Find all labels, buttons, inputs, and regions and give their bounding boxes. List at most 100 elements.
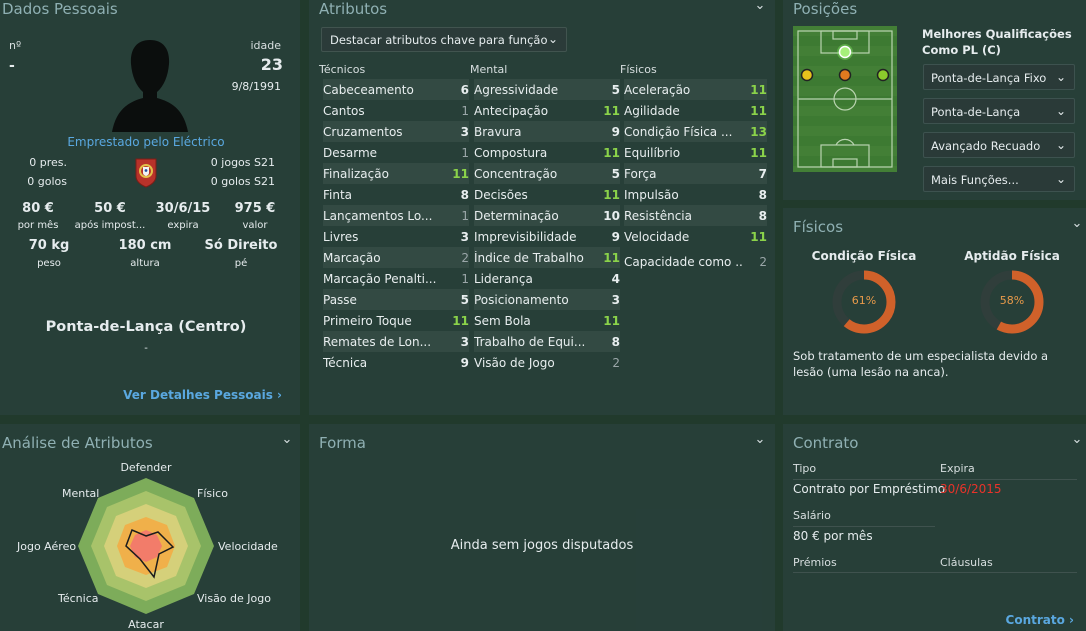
attribute-row[interactable]: Velocidade 11 — [624, 226, 767, 247]
attribute-name: Trabalho de Equi... — [474, 335, 586, 349]
attribute-name: Resistência — [624, 209, 692, 223]
panel-title: Análise de Atributos — [2, 434, 153, 452]
attribute-row[interactable]: Desarme 1 — [323, 142, 469, 163]
attribute-value: 11 — [750, 83, 767, 97]
attribute-value: 10 — [603, 209, 620, 223]
attribute-name: Impulsão — [624, 188, 679, 202]
attribute-row[interactable]: Finalização 11 — [323, 163, 469, 184]
height-label: altura — [130, 258, 160, 269]
attribute-row[interactable]: Equilíbrio 11 — [624, 142, 767, 163]
attribute-row[interactable]: Decisões 11 — [474, 184, 620, 205]
attribute-row[interactable]: Compostura 11 — [474, 142, 620, 163]
wage-label: por mês — [17, 220, 59, 231]
radar-axis-label: Jogo Aéreo — [17, 540, 77, 553]
attribute-row[interactable]: Passe 5 — [323, 289, 469, 310]
condition-value: 61% — [851, 294, 877, 307]
attribute-name: Força — [624, 167, 657, 181]
attribute-name: Primeiro Toque — [323, 314, 412, 328]
attribute-row[interactable]: Antecipação 11 — [474, 100, 620, 121]
attribute-name: Cantos — [323, 104, 365, 118]
chevron-down-icon: ⌄ — [1055, 172, 1066, 186]
attribute-row[interactable]: Livres 3 — [323, 226, 469, 247]
attribute-row[interactable]: Agressividade 5 — [474, 79, 620, 100]
chevron-down-icon[interactable]: ⌄ — [753, 432, 767, 447]
role-dropdown-1[interactable]: Ponta-de-Lança Fixo ⌄ — [923, 64, 1075, 90]
portugal-flag-icon[interactable] — [133, 156, 159, 188]
chevron-down-icon[interactable]: ⌄ — [1070, 216, 1084, 231]
contract-link[interactable]: Contrato › — [1006, 613, 1074, 627]
attribute-row[interactable]: Remates de Lon... 3 — [323, 331, 469, 352]
attribute-row[interactable]: Sem Bola 11 — [474, 310, 620, 331]
highlight-role-dropdown[interactable]: Destacar atributos chave para função ⌄ — [321, 27, 567, 52]
attribute-value: 4 — [611, 272, 620, 286]
attribute-row[interactable]: Visão de Jogo 2 — [474, 352, 620, 373]
attribute-name: Liderança — [474, 272, 533, 286]
attribute-row[interactable]: Imprevisibilidade 9 — [474, 226, 620, 247]
attribute-row[interactable]: Técnica 9 — [323, 352, 469, 373]
attribute-row[interactable]: Agilidade 11 — [624, 100, 767, 121]
attribute-row[interactable]: Trabalho de Equi... 8 — [474, 331, 620, 352]
personal-details-link[interactable]: Ver Detalhes Pessoais › — [123, 388, 282, 402]
chevron-right-icon: › — [277, 388, 282, 402]
attribute-name: Passe — [323, 293, 357, 307]
attribute-value: 11 — [452, 314, 469, 328]
attribute-row[interactable]: Lançamentos Lo... 1 — [323, 205, 469, 226]
mental-attributes-list: Agressividade 5 Antecipação 11 Bravura 9 Compo… — [474, 79, 620, 373]
loan-status[interactable]: Emprestado pelo Eléctrico — [0, 135, 292, 149]
attribute-row[interactable]: Capacidade como ... 2 — [624, 251, 767, 272]
attribute-row[interactable]: Aceleração 11 — [624, 79, 767, 100]
chevron-down-icon[interactable]: ⌄ — [280, 432, 294, 447]
attributes-panel: Atributos ⌄ Destacar atributos chave par… — [309, 0, 775, 415]
role-dropdown-label: Ponta-de-Lança Fixo — [931, 71, 1047, 85]
attribute-row[interactable]: Condição Física ... 13 — [624, 121, 767, 142]
more-roles-dropdown[interactable]: Mais Funções... ⌄ — [923, 166, 1075, 192]
after-tax-value: 50 € — [94, 201, 126, 216]
technical-attributes-list: Cabeceamento 6 Cantos 1 Cruzamentos 3 Desarme 1… — [323, 79, 469, 373]
attribute-row[interactable]: Marcação Penalti... 1 — [323, 268, 469, 289]
market-value-label: valor — [242, 220, 268, 231]
radar-axis-label: Velocidade — [218, 540, 278, 553]
bonuses-label: Prémios — [793, 556, 837, 569]
attribute-name: Finta — [323, 188, 353, 202]
attribute-row[interactable]: Força 7 — [624, 163, 767, 184]
attribute-name: Agressividade — [474, 83, 559, 97]
attribute-row[interactable]: Resistência 8 — [624, 205, 767, 226]
attribute-row[interactable]: Cabeceamento 6 — [323, 79, 469, 100]
physical-attributes-list: Aceleração 11 Agilidade 11 Condição Física .… — [624, 79, 767, 373]
attribute-value: 11 — [603, 314, 620, 328]
attribute-name: Cabeceamento — [323, 83, 414, 97]
age-label: idade — [250, 39, 281, 52]
attribute-value: 8 — [460, 188, 469, 202]
attribute-value: 2 — [759, 255, 767, 269]
attribute-row[interactable]: Bravura 9 — [474, 121, 620, 142]
personal-details-link-label: Ver Detalhes Pessoais — [123, 388, 273, 402]
attribute-row[interactable]: Cruzamentos 3 — [323, 121, 469, 142]
height-value: 180 cm — [118, 238, 172, 253]
attribute-row[interactable]: Cantos 1 — [323, 100, 469, 121]
market-value: 975 € — [234, 201, 276, 216]
pitch-positions-map[interactable] — [793, 26, 897, 172]
panel-title: Contrato — [793, 434, 859, 452]
attribute-row[interactable]: Liderança 4 — [474, 268, 620, 289]
attribute-name: Agilidade — [624, 104, 680, 118]
panel-title: Forma — [319, 434, 366, 452]
attribute-row[interactable]: Concentração 5 — [474, 163, 620, 184]
panel-title: Físicos — [793, 218, 844, 236]
attribute-name: Visão de Jogo — [474, 356, 555, 370]
role-dropdown-2[interactable]: Ponta-de-Lança ⌄ — [923, 98, 1075, 124]
attribute-name: Equilíbrio — [624, 146, 681, 160]
attribute-row[interactable]: Impulsão 8 — [624, 184, 767, 205]
attribute-row[interactable]: Marcação 2 — [323, 247, 469, 268]
attribute-row[interactable]: Determinação 10 — [474, 205, 620, 226]
attribute-row[interactable]: Posicionamento 3 — [474, 289, 620, 310]
form-panel: Forma ⌄ Ainda sem jogos disputados — [309, 424, 775, 631]
role-dropdown-3[interactable]: Avançado Recuado ⌄ — [923, 132, 1075, 158]
attribute-analysis-panel: Análise de Atributos ⌄ Defender Físico V… — [0, 424, 300, 631]
chevron-down-icon[interactable]: ⌄ — [1070, 432, 1084, 447]
best-ratings-subtitle: Como PL (C) — [922, 43, 1001, 57]
panel-title: Dados Pessoais — [2, 0, 118, 18]
chevron-down-icon[interactable]: ⌄ — [753, 0, 767, 13]
attribute-row[interactable]: Finta 8 — [323, 184, 469, 205]
attribute-row[interactable]: Primeiro Toque 11 — [323, 310, 469, 331]
attribute-row[interactable]: Índice de Trabalho 11 — [474, 247, 620, 268]
